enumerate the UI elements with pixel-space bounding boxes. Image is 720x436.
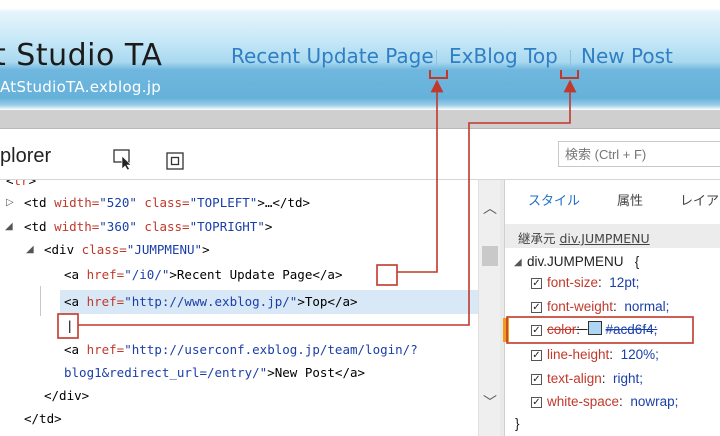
jumpmenu-new-post-link[interactable]: New Post (581, 44, 673, 68)
dom-node-a-new-post-continued[interactable]: blog1&redirect_url=/entry/">New Post</a> (64, 362, 365, 384)
color-swatch[interactable] (587, 321, 602, 335)
css-property-font-size[interactable]: font-size: 12pt; (547, 272, 639, 294)
inherited-label: 継承元 (518, 231, 556, 246)
property-checkbox[interactable]: ✓ (531, 325, 542, 336)
dom-node-a-new-post[interactable]: <a href="http://userconf.exblog.jp/team/… (64, 339, 418, 361)
css-property-white-space[interactable]: white-space: nowrap; (547, 391, 678, 413)
highlight-box-icon[interactable] (166, 152, 184, 170)
css-rule-close-brace: } (515, 416, 520, 431)
dom-node-div-jumpmenu[interactable]: <div class="JUMPMENU"> (44, 239, 210, 261)
dom-node-tr[interactable]: <tr> (6, 180, 36, 192)
overridden-property-marker (503, 318, 509, 342)
jumpmenu-separator (436, 50, 437, 68)
inherited-source-link[interactable]: div.JUMPMENU (560, 231, 650, 246)
expand-arrow-icon[interactable]: ▷ (6, 197, 14, 208)
css-property-font-weight[interactable]: font-weight: normal; (547, 296, 669, 318)
collapse-arrow-icon[interactable]: ◢ (5, 221, 13, 232)
tab-styles[interactable]: スタイル (528, 190, 580, 209)
find-search-box[interactable] (558, 141, 720, 167)
inherited-from-header: 継承元 div.JUMPMENU (505, 224, 720, 248)
dom-node-td-close[interactable]: </td> (24, 408, 62, 430)
collapse-arrow-icon[interactable]: ◢ (514, 257, 522, 268)
tab-attributes[interactable]: 属性 (617, 190, 643, 209)
jumpmenu-recent-update-link[interactable]: Recent Update Page (231, 44, 434, 68)
scrollbar-thumb[interactable] (482, 246, 498, 266)
blog-title: t Studio TA (0, 38, 163, 73)
dom-node-td-topleft[interactable]: <td width="520" class="TOPLEFT">…</td> (24, 192, 310, 214)
dom-explorer-title: plorer (0, 145, 52, 167)
styles-tab-bar: スタイル 属性 レイア (505, 180, 720, 216)
dom-tree-scrollbar[interactable]: ︿ ﹀ (478, 180, 501, 436)
scroll-up-icon[interactable]: ︿ (483, 198, 497, 218)
css-property-line-height[interactable]: line-height: 120%; (547, 344, 659, 366)
select-element-icon[interactable] (113, 149, 135, 171)
dom-whitespace-text-node[interactable]: | (66, 315, 74, 337)
dom-node-td-topright[interactable]: <td width="360" class="TOPRIGHT"> (24, 216, 272, 238)
devtools-toolbar: plorer (0, 129, 720, 180)
indent-guide (40, 286, 41, 316)
property-checkbox[interactable]: ✓ (531, 302, 542, 313)
property-checkbox[interactable]: ✓ (531, 374, 542, 385)
dom-node-a-top[interactable]: <a href="http://www.exblog.jp/">Top</a> (64, 291, 358, 313)
blog-header: t Studio TA AtStudioTA.exblog.jp Recent … (0, 0, 720, 110)
jumpmenu-exblog-top-link[interactable]: ExBlog Top (449, 44, 558, 68)
dom-node-div-close[interactable]: </div> (44, 385, 89, 407)
dom-tree-panel: <tr> ▷ <td width="520" class="TOPLEFT">…… (0, 180, 478, 436)
collapse-arrow-icon[interactable]: ◢ (26, 244, 34, 255)
property-checkbox[interactable]: ✓ (531, 278, 542, 289)
css-property-text-align[interactable]: text-align: right; (547, 368, 643, 390)
styles-panel: スタイル 属性 レイア 継承元 div.JUMPMENU ◢ div.JUMPM… (505, 180, 720, 436)
scroll-down-icon[interactable]: ﹀ (483, 392, 497, 412)
tab-layout[interactable]: レイア (680, 190, 719, 209)
devtools-top-strip (0, 110, 720, 129)
property-checkbox[interactable]: ✓ (531, 350, 542, 361)
property-checkbox[interactable]: ✓ (531, 397, 542, 408)
css-property-color-overridden[interactable]: color: #acd6f4; (547, 319, 657, 341)
find-search-input[interactable] (559, 142, 720, 166)
jumpmenu-separator (570, 50, 571, 68)
blog-url: AtStudioTA.exblog.jp (0, 78, 162, 96)
dom-node-a-recent-update[interactable]: <a href="/i0/">Recent Update Page</a> (64, 264, 342, 286)
css-rule-selector[interactable]: div.JUMPMENU { (527, 251, 639, 273)
